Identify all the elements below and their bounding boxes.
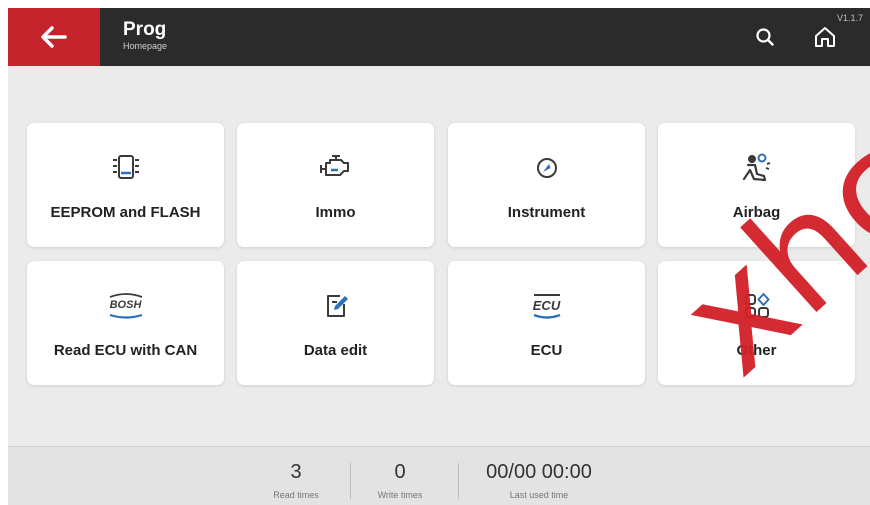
ecu-icon-text: ECU [532, 298, 561, 313]
stats-bar: 3 Read times 0 Write times 00/00 00:00 L… [8, 446, 870, 505]
read-times-caption: Read times [273, 490, 319, 500]
last-used-stat: 00/00 00:00 Last used time [474, 460, 604, 500]
tile-label: Airbag [732, 204, 781, 221]
tile-airbag[interactable]: Airbag [658, 123, 855, 247]
search-icon [756, 28, 774, 46]
gauge-icon [448, 151, 645, 185]
tile-label: Other [736, 342, 777, 359]
bosh-icon-text: BOSH [109, 299, 142, 311]
stat-divider [350, 463, 351, 499]
stat-divider [458, 463, 459, 499]
breadcrumb: Homepage [123, 41, 168, 51]
write-times-caption: Write times [377, 490, 423, 500]
tile-read-ecu-can[interactable]: BOSH Read ECU with CAN [27, 261, 224, 385]
ecu-icon: ECU [448, 289, 645, 323]
home-icon [815, 27, 835, 47]
last-used-caption: Last used time [509, 490, 569, 500]
tile-label: EEPROM and FLASH [50, 204, 201, 221]
airbag-icon [658, 151, 855, 185]
tile-label: Immo [315, 204, 356, 221]
edit-icon [237, 289, 434, 323]
app-screen: Prog Homepage V1.1.7 EEPROM and FLASH Im… [8, 8, 870, 505]
tile-data-edit[interactable]: Data edit [237, 261, 434, 385]
write-times-value: 0 [394, 461, 406, 483]
read-times-stat: 3 Read times [266, 460, 326, 500]
engine-icon [237, 151, 434, 185]
tile-instrument[interactable]: Instrument [448, 123, 645, 247]
title-block: Prog Homepage [123, 20, 167, 52]
tile-label: Instrument [507, 204, 586, 221]
tile-ecu[interactable]: ECU ECU [448, 261, 645, 385]
tile-eeprom-flash[interactable]: EEPROM and FLASH [27, 123, 224, 247]
tile-label: Read ECU with CAN [53, 342, 198, 359]
home-button[interactable] [812, 24, 838, 50]
page-title: Prog [123, 19, 167, 40]
tile-other[interactable]: Other [658, 261, 855, 385]
last-used-value: 00/00 00:00 [486, 461, 592, 483]
read-times-value: 3 [290, 461, 302, 483]
tile-immo[interactable]: Immo [237, 123, 434, 247]
tile-label: Data edit [303, 342, 368, 359]
tile-label: ECU [530, 342, 563, 359]
apps-icon [658, 289, 855, 323]
search-button[interactable] [754, 26, 776, 48]
top-bar: Prog Homepage V1.1.7 [8, 8, 870, 66]
chip-icon [27, 151, 224, 185]
bosh-icon: BOSH [27, 289, 224, 323]
back-button[interactable] [8, 8, 100, 66]
version-label: V1.1.7 [837, 13, 864, 23]
arrow-left-icon [41, 26, 67, 48]
write-times-stat: 0 Write times [370, 460, 430, 500]
